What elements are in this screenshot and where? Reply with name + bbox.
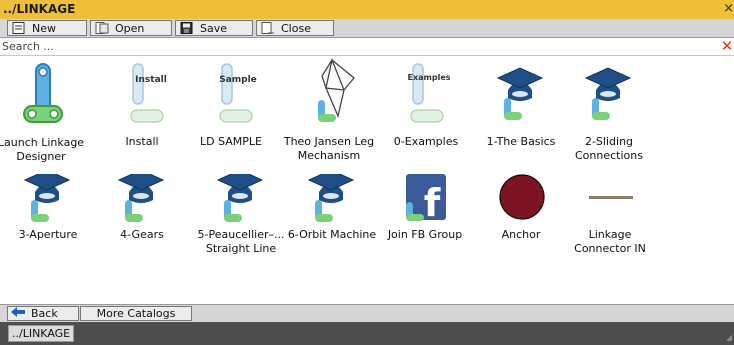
catalog-item-label: 5-Peaucellier–... Straight Line [197, 228, 285, 255]
save-button-label: Save [200, 21, 228, 35]
catalog-item-ld-sample[interactable]: Sample LD SAMPLE [190, 56, 272, 166]
catalog-item-label: Install [125, 135, 159, 148]
catalog-item-label: LD SAMPLE [199, 135, 262, 148]
catalog-item-5-peaucellier[interactable]: 5-Peaucellier–... Straight Line [198, 174, 284, 284]
catalog-item-1-the-basics[interactable]: 1-The Basics [480, 56, 562, 166]
graduation-cap-icon [496, 67, 544, 120]
search-bar: ✕ [0, 38, 734, 56]
connector-line-icon [589, 196, 633, 199]
save-icon [180, 22, 194, 34]
catalog-item-4-gears[interactable]: 4-Gears [101, 174, 183, 284]
examples-icon: Examples [407, 63, 451, 123]
catalog-item-label: Theo Jansen Leg Mechanism [283, 135, 375, 162]
open-button[interactable]: Open [90, 20, 172, 36]
catalog-item-label: 2-Sliding Connections [575, 135, 643, 162]
catalog-item-3-aperture[interactable]: 3-Aperture [7, 174, 89, 284]
clear-search-icon[interactable]: ✕ [720, 38, 734, 54]
catalog-item-label: 6-Orbit Machine [287, 228, 377, 241]
window-title: ../LINKAGE [3, 2, 76, 16]
examples-badge: Examples [407, 73, 450, 82]
close-window-icon[interactable]: × [723, 1, 734, 16]
catalog-item-install[interactable]: Install Install [101, 56, 183, 166]
sample-icon: Sample [219, 63, 257, 123]
install-badge: Install [135, 75, 167, 85]
catalog-item-launch-linkage-designer[interactable]: Launch Linkage Designer [0, 56, 84, 166]
open-button-label: Open [115, 21, 145, 35]
new-file-icon [12, 22, 26, 34]
catalog-item-label: 1-The Basics [486, 135, 556, 148]
catalog-tab[interactable]: ../LINKAGE [8, 325, 75, 342]
catalog-item-label: Join FB Group [387, 228, 463, 241]
catalog-item-theo-jansen[interactable]: Theo Jansen Leg Mechanism [284, 56, 374, 166]
catalog-item-label: Anchor [501, 228, 541, 241]
catalog-grid: Launch Linkage Designer Install Install … [0, 56, 734, 302]
open-icon [95, 22, 109, 34]
back-button-label: Back [31, 307, 58, 320]
facebook-icon: f [406, 174, 446, 224]
install-icon: Install [130, 63, 167, 123]
title-bar: ../LINKAGE × [0, 0, 734, 19]
leg-mechanism-icon [318, 58, 355, 122]
graduation-cap-icon [584, 67, 632, 120]
bottom-bar: Back More Catalogs [0, 304, 734, 322]
close-button-label: Close [281, 21, 311, 35]
catalog-item-2-sliding[interactable]: 2-Sliding Connections [568, 56, 650, 166]
close-button[interactable]: Close [256, 20, 334, 36]
catalog-item-0-examples[interactable]: Examples 0-Examples [385, 56, 467, 166]
more-catalogs-label: More Catalogs [96, 307, 176, 320]
catalog-item-6-orbit-machine[interactable]: 6-Orbit Machine [288, 174, 376, 284]
more-catalogs-button[interactable]: More Catalogs [80, 306, 192, 321]
close-file-icon [261, 22, 275, 34]
linkage-launch-icon [23, 63, 63, 123]
resize-grip-icon[interactable]: ◢ [726, 333, 732, 342]
back-arrow-icon [11, 307, 25, 320]
back-button[interactable]: Back [7, 306, 79, 321]
catalog-item-join-fb-group[interactable]: f Join FB Group [384, 174, 466, 284]
anchor-icon [499, 174, 545, 220]
status-bar: ../LINKAGE ◢ [0, 322, 734, 345]
catalog-item-label: Linkage Connector IN [574, 228, 646, 255]
sample-badge: Sample [219, 75, 257, 85]
save-button[interactable]: Save [175, 20, 253, 36]
catalog-item-label: 3-Aperture [18, 228, 78, 241]
search-input[interactable] [2, 39, 702, 54]
catalog-item-linkage-connector-in[interactable]: Linkage Connector IN [569, 174, 651, 284]
facebook-f-badge: f [424, 181, 441, 224]
catalog-item-label: 0-Examples [393, 135, 459, 148]
new-button[interactable]: New [7, 20, 87, 36]
catalog-item-anchor[interactable]: Anchor [480, 174, 562, 284]
toolbar: New Open Save Close [0, 19, 734, 38]
catalog-item-label: 4-Gears [120, 228, 164, 241]
catalog-item-label: Launch Linkage Designer [0, 136, 85, 163]
new-button-label: New [32, 21, 56, 35]
